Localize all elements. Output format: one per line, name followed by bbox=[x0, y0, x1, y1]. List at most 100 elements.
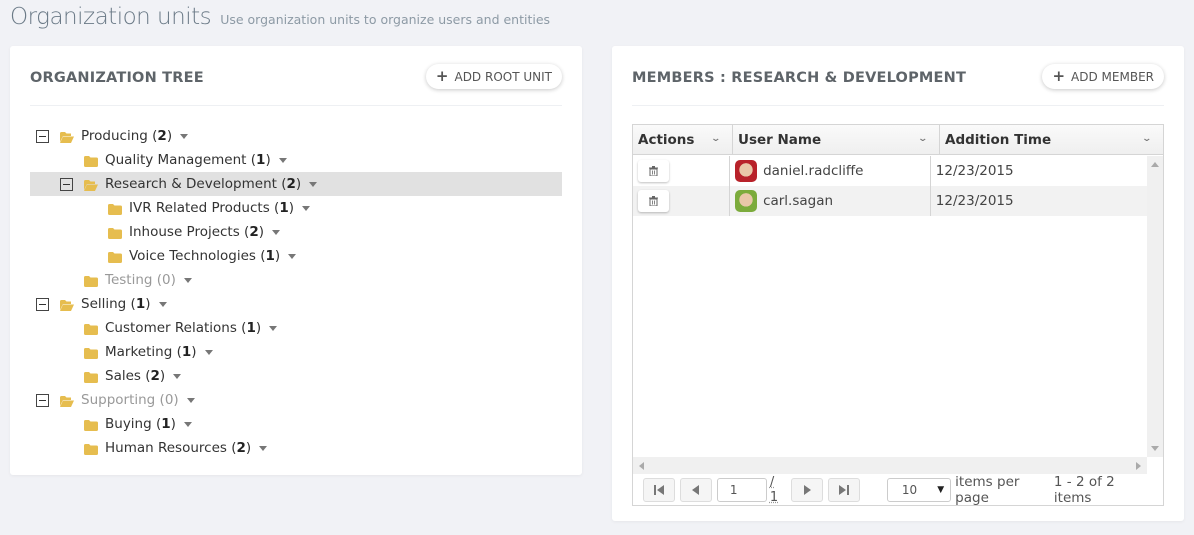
tree-node-label[interactable]: Customer Relations (1) bbox=[105, 320, 278, 336]
pager: / 1 10 ▼ items per page 1 - 2 of 2 items bbox=[633, 473, 1163, 506]
caret-down-icon[interactable] bbox=[186, 397, 195, 403]
member-count: (1) bbox=[151, 416, 176, 432]
count-value: 2 bbox=[236, 440, 246, 456]
caret-down-icon[interactable] bbox=[278, 157, 287, 163]
tree-node-label[interactable]: Sales (2) bbox=[105, 368, 182, 384]
tree-node-label[interactable]: IVR Related Products (1) bbox=[129, 200, 310, 216]
folder-icon bbox=[84, 275, 98, 287]
first-page-button[interactable] bbox=[643, 477, 675, 502]
tree-node[interactable]: Producing (2) bbox=[30, 124, 562, 148]
collapse-toggle-icon[interactable] bbox=[36, 129, 49, 143]
caret-down-icon[interactable] bbox=[183, 421, 192, 427]
page-number-input[interactable] bbox=[716, 477, 767, 502]
plus-icon: + bbox=[1052, 67, 1066, 85]
chevron-down-icon[interactable]: ⌄ bbox=[711, 134, 722, 144]
tree-node-label[interactable]: Buying (1) bbox=[105, 416, 192, 432]
unit-name: IVR Related Products bbox=[129, 200, 270, 216]
folder-icon bbox=[108, 203, 122, 215]
collapse-toggle-icon[interactable] bbox=[36, 297, 49, 311]
previous-page-button[interactable] bbox=[679, 477, 712, 502]
caret-down-icon[interactable] bbox=[259, 445, 268, 451]
member-count: (2) bbox=[147, 128, 173, 144]
tree-node-label[interactable]: Selling (1) bbox=[81, 296, 167, 312]
tree-node-label[interactable]: Inhouse Projects (2) bbox=[129, 224, 281, 240]
chevron-down-icon[interactable]: ⌄ bbox=[918, 134, 929, 144]
chevron-down-icon[interactable]: ⌄ bbox=[1142, 134, 1153, 144]
member-count: (1) bbox=[269, 200, 294, 216]
last-page-button[interactable] bbox=[827, 477, 860, 502]
column-header-user-name[interactable]: User Name ⌄ bbox=[733, 125, 940, 154]
members-grid: Actions ⌄ User Name ⌄ Addition Time ⌄ da… bbox=[632, 124, 1164, 506]
avatar bbox=[735, 190, 758, 212]
folder-open-icon bbox=[60, 131, 74, 143]
caret-down-icon[interactable] bbox=[309, 181, 318, 187]
tree-node-label[interactable]: Supporting (0) bbox=[81, 392, 195, 408]
tree-node[interactable]: Research & Development (2) bbox=[30, 172, 562, 196]
tree-node[interactable]: Testing (0) bbox=[30, 268, 562, 292]
caret-down-icon[interactable] bbox=[302, 205, 310, 211]
page-subtitle: Use organization units to organize users… bbox=[220, 12, 551, 27]
caret-down-icon[interactable] bbox=[158, 301, 167, 307]
unit-name: Sales bbox=[105, 368, 141, 384]
members-panel-title: MEMBERS : RESEARCH & DEVELOPMENT bbox=[632, 70, 967, 86]
next-page-button[interactable] bbox=[791, 477, 823, 502]
tree-node-label[interactable]: Human Resources (2) bbox=[105, 440, 268, 456]
add-root-unit-button[interactable]: + ADD ROOT UNIT bbox=[425, 64, 562, 89]
tree-node[interactable]: Voice Technologies (1) bbox=[30, 244, 562, 268]
column-header-addition-time[interactable]: Addition Time ⌄ bbox=[940, 125, 1163, 154]
caret-down-icon[interactable] bbox=[180, 133, 189, 139]
grid-body: daniel.radcliffe 12/23/2015 carl.sagan 12/2… bbox=[633, 156, 1147, 457]
caret-down-icon[interactable] bbox=[183, 277, 192, 283]
scroll-down-icon[interactable] bbox=[1151, 446, 1159, 451]
caret-down-icon[interactable] bbox=[288, 253, 297, 259]
tree-node-label[interactable]: Research & Development (2) bbox=[105, 176, 318, 192]
collapse-toggle-icon[interactable] bbox=[36, 393, 49, 407]
tree-node[interactable]: Inhouse Projects (2) bbox=[30, 220, 562, 244]
count-value: 1 bbox=[256, 152, 266, 168]
members-panel-header: MEMBERS : RESEARCH & DEVELOPMENT + ADD M… bbox=[632, 46, 1164, 106]
tree-node-label[interactable]: Voice Technologies (1) bbox=[129, 248, 297, 264]
scroll-right-icon[interactable] bbox=[1136, 462, 1141, 470]
tree-node[interactable]: Buying (1) bbox=[30, 412, 562, 436]
collapse-toggle-icon[interactable] bbox=[60, 177, 73, 191]
folder-icon bbox=[84, 443, 98, 455]
tree-node-label[interactable]: Marketing (1) bbox=[105, 344, 213, 360]
column-header-actions[interactable]: Actions ⌄ bbox=[633, 125, 733, 154]
horizontal-scrollbar[interactable] bbox=[633, 457, 1147, 474]
tree-panel-title: ORGANIZATION TREE bbox=[30, 70, 204, 86]
caret-down-icon[interactable] bbox=[272, 229, 281, 235]
addition-time: 12/23/2015 bbox=[935, 193, 1014, 209]
add-member-button[interactable]: + ADD MEMBER bbox=[1042, 64, 1164, 89]
tree-node[interactable]: Human Resources (2) bbox=[30, 436, 562, 460]
caret-down-icon[interactable] bbox=[269, 325, 278, 331]
tree-node[interactable]: Supporting (0) bbox=[30, 388, 562, 412]
tree-node[interactable]: Customer Relations (1) bbox=[30, 316, 562, 340]
caret-down-icon[interactable] bbox=[204, 349, 213, 355]
vertical-scrollbar[interactable] bbox=[1147, 156, 1163, 457]
tree-node-label[interactable]: Testing (0) bbox=[105, 272, 192, 288]
delete-member-button[interactable] bbox=[638, 160, 669, 182]
tree-node[interactable]: Sales (2) bbox=[30, 364, 562, 388]
tree-node[interactable]: Selling (1) bbox=[30, 292, 562, 316]
scroll-up-icon[interactable] bbox=[1151, 162, 1159, 167]
delete-member-button[interactable] bbox=[638, 190, 669, 212]
user-name-cell: daniel.radcliffe bbox=[730, 156, 931, 186]
tree-node-label[interactable]: Quality Management (1) bbox=[105, 152, 287, 168]
unit-name: Inhouse Projects bbox=[129, 224, 240, 240]
column-title: Addition Time bbox=[945, 131, 1052, 148]
member-count: (2) bbox=[226, 440, 252, 456]
items-per-page-label: items per page bbox=[955, 473, 1020, 506]
unit-name: Testing bbox=[105, 272, 153, 288]
tree-node[interactable]: IVR Related Products (1) bbox=[30, 196, 562, 220]
folder-icon bbox=[84, 371, 98, 383]
tree-node[interactable]: Quality Management (1) bbox=[30, 148, 562, 172]
scroll-left-icon[interactable] bbox=[639, 462, 644, 470]
column-title: User Name bbox=[738, 131, 822, 148]
tree-node-label[interactable]: Producing (2) bbox=[81, 128, 189, 144]
page-size-select[interactable]: 10 ▼ bbox=[886, 477, 952, 502]
count-value: 1 bbox=[265, 248, 275, 264]
member-count: (1) bbox=[246, 152, 271, 168]
tree-node[interactable]: Marketing (1) bbox=[30, 340, 562, 364]
actions-cell bbox=[633, 186, 731, 216]
caret-down-icon[interactable] bbox=[173, 373, 182, 379]
